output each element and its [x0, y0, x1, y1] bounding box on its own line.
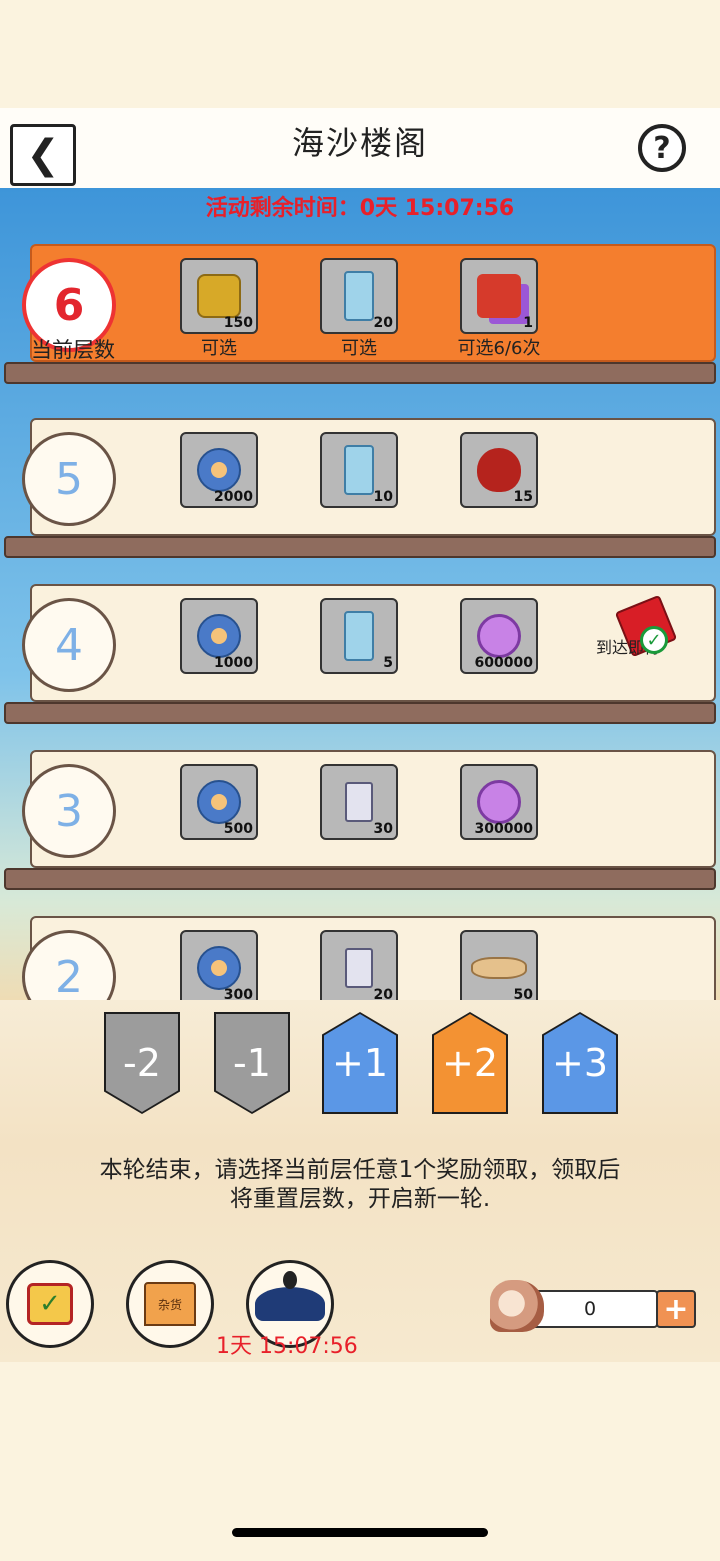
notice-line: 本轮结束，请选择当前层任意1个奖励领取，领取后 — [99, 1157, 621, 1183]
reward-item[interactable]: 20 — [320, 258, 398, 334]
reward-count: 500 — [223, 821, 253, 837]
blue-ticket-icon — [344, 611, 374, 661]
straw-hat-icon — [255, 1271, 325, 1321]
arrival-bonus[interactable]: 到达即得 ✓ — [596, 594, 686, 662]
floor-shelf — [4, 868, 716, 890]
reward-count: 150 — [223, 315, 253, 331]
reward-item[interactable]: 600000 — [460, 598, 538, 674]
reward-count: 300 — [223, 987, 253, 1000]
round-end-notice: 本轮结束，请选择当前层任意1个奖励领取，领取后 将重置层数，开启新一轮. — [20, 1156, 700, 1214]
reward-item[interactable]: 20 — [320, 930, 398, 1000]
activity-timer: 活动剩余时间：0天 15:07:56 — [205, 196, 515, 221]
help-button[interactable]: ? — [638, 124, 686, 172]
reward-count: 15 — [513, 489, 533, 505]
shell-icon — [197, 780, 241, 824]
reward-count: 1000 — [214, 655, 253, 671]
floor-row: 4 1000 5 600000 到达即得 ✓ — [0, 584, 720, 729]
reward-caption: 可选6/6次 — [457, 338, 541, 359]
floor-shelf — [4, 362, 716, 384]
red-bag-icon — [477, 448, 521, 492]
reward-item[interactable]: 30 — [320, 764, 398, 840]
blue-ticket-icon — [344, 445, 374, 495]
reward-count: 30 — [373, 821, 393, 837]
floor-row: 3 500 30 300000 — [0, 750, 720, 895]
checkmark-icon: ✓ — [640, 626, 668, 654]
reward-item[interactable]: 5 — [320, 598, 398, 674]
purple-coin-icon — [477, 614, 521, 658]
calendar-button[interactable]: ✓ — [6, 1260, 94, 1348]
shell-icon — [197, 614, 241, 658]
reward-item[interactable]: 500 — [180, 764, 258, 840]
reward-count: 20 — [373, 987, 393, 1000]
reward-count: 2000 — [214, 489, 253, 505]
scroll-icon — [345, 782, 373, 822]
shell-icon — [197, 448, 241, 492]
reward-item[interactable]: 300 — [180, 930, 258, 1000]
floor-row: 5 2000 10 15 — [0, 418, 720, 563]
floor-number-badge: 3 — [22, 764, 116, 858]
reward-caption: 可选 — [341, 338, 377, 359]
help-question-icon: ? — [653, 130, 671, 166]
event-timer: 1天 15:07:56 — [216, 1334, 358, 1359]
reward-count: 5 — [383, 655, 393, 671]
floor-row: 2 300 20 50 — [0, 916, 720, 1000]
current-floor-label: 当前层数 — [31, 338, 115, 362]
floor-number-badge: 5 — [22, 432, 116, 526]
home-indicator[interactable] — [232, 1528, 488, 1537]
reward-item[interactable]: 1000 — [180, 598, 258, 674]
sand-mat-icon — [471, 957, 527, 979]
shop-button[interactable]: 杂货 — [126, 1260, 214, 1348]
reward-caption: 可选 — [201, 338, 237, 359]
reward-item[interactable]: 300000 — [460, 764, 538, 840]
floor-row-current: 6 当前层数 150 可选 20 可选 1 可选6/6次 — [0, 244, 720, 389]
reward-count: 1 — [523, 315, 533, 331]
conch-shell-icon — [490, 1280, 544, 1332]
reward-count: 50 — [513, 987, 533, 1000]
gift-box-icon — [477, 274, 521, 318]
floor-shelf — [4, 702, 716, 724]
reward-item[interactable]: 150 — [180, 258, 258, 334]
page-title: 海沙楼阁 — [291, 124, 428, 162]
shop-icon: 杂货 — [144, 1282, 196, 1326]
scroll-icon — [345, 948, 373, 988]
floor-number-badge: 4 — [22, 598, 116, 692]
add-shell-button[interactable]: + — [656, 1290, 696, 1328]
gold-token-icon — [197, 274, 241, 318]
blue-ticket-icon — [344, 271, 374, 321]
reward-count: 20 — [373, 315, 393, 331]
notice-line: 将重置层数，开启新一轮. — [229, 1186, 491, 1212]
reward-item[interactable]: 10 — [320, 432, 398, 508]
reward-item[interactable]: 2000 — [180, 432, 258, 508]
reward-count: 300000 — [474, 821, 533, 837]
reward-count: 10 — [373, 489, 393, 505]
shop-label: 杂货 — [157, 1297, 182, 1312]
purple-coin-icon — [477, 780, 521, 824]
shell-icon — [197, 946, 241, 990]
plus-icon: + — [663, 1291, 689, 1327]
reward-count: 600000 — [474, 655, 533, 671]
reward-item[interactable]: 50 — [460, 930, 538, 1000]
floor-shelf — [4, 536, 716, 558]
reward-item[interactable]: 15 — [460, 432, 538, 508]
reward-item[interactable]: 1 — [460, 258, 538, 334]
calendar-check-icon: ✓ — [27, 1283, 73, 1325]
